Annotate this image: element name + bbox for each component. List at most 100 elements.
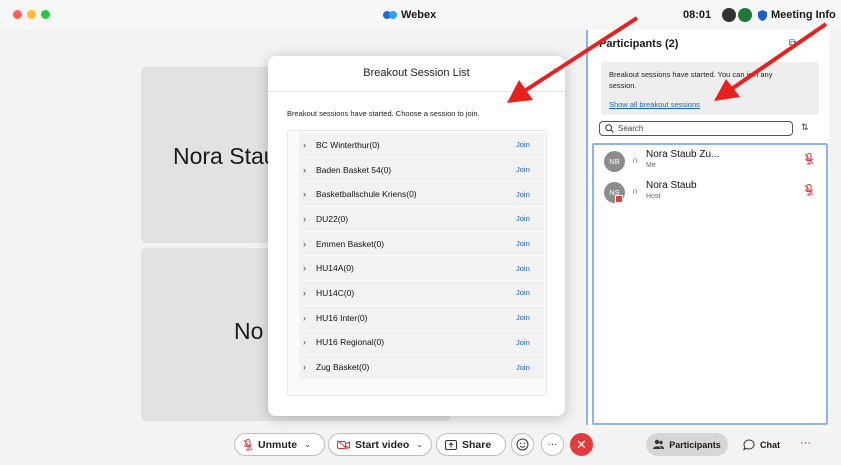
session-item[interactable]: › Emmen Basket(0) Join	[299, 231, 544, 257]
headset-icon: ∩	[632, 186, 639, 196]
headset-icon: ∩	[632, 155, 639, 165]
share-icon	[445, 439, 457, 450]
title-bar: Webex 08:01 Meeting Info	[0, 0, 841, 30]
participant-row[interactable]: NB ∩ Nora Staub Zu... Me	[600, 147, 820, 173]
mic-muted-icon[interactable]	[804, 184, 814, 196]
join-session-button[interactable]: Join	[516, 288, 544, 297]
join-session-button[interactable]: Join	[516, 363, 544, 372]
close-icon: ✕	[576, 436, 587, 452]
reactions-button[interactable]	[511, 433, 534, 456]
start-video-button[interactable]: Start video ⌄	[328, 433, 432, 456]
join-session-button[interactable]: Join	[516, 140, 544, 149]
dialog-description: Breakout sessions have started. Choose a…	[287, 109, 480, 118]
chevron-right-icon[interactable]: ›	[303, 239, 312, 249]
network-quality-icon[interactable]	[738, 8, 752, 22]
session-item[interactable]: › HU16 Regional(0) Join	[299, 330, 544, 356]
webex-logo-icon	[383, 11, 397, 19]
chevron-right-icon[interactable]: ›	[303, 165, 312, 175]
unmute-button[interactable]: Unmute ⌄	[234, 433, 325, 456]
video-off-icon	[337, 439, 350, 450]
breakout-session-dialog: Breakout Session List × Breakout session…	[268, 56, 565, 416]
chevron-down-icon[interactable]: ⌄	[304, 440, 311, 449]
session-item[interactable]: › HU14C(0) Join	[299, 281, 544, 306]
more-options-icon: ···	[547, 439, 558, 450]
search-icon	[605, 124, 614, 133]
app-title: Webex	[383, 9, 436, 21]
zoom-window-button[interactable]	[41, 10, 50, 19]
breakout-notice: Breakout sessions have started. You can …	[601, 62, 819, 115]
session-list: › BC Winterthur(0) Join › Baden Basket 54(0…	[287, 130, 547, 396]
session-name: BC Winterthur(0)	[316, 139, 380, 150]
chevron-right-icon[interactable]: ›	[303, 214, 312, 224]
show-all-breakout-sessions-link[interactable]: Show all breakout sessions	[609, 100, 700, 109]
participants-panel: Participants (2) ⧉ Breakout sessions hav…	[588, 30, 829, 428]
chevron-right-icon[interactable]: ›	[303, 140, 312, 150]
popout-icon[interactable]: ⧉	[789, 38, 796, 49]
session-item[interactable]: › Zug Basket(0) Join	[299, 355, 544, 380]
connection-status-icon[interactable]	[722, 8, 736, 22]
unmute-label: Unmute	[258, 438, 298, 451]
participant-row[interactable]: NS ∩ Nora Staub Host	[600, 178, 820, 204]
session-item[interactable]: › HU14A(0) Join	[299, 256, 544, 282]
join-session-button[interactable]: Join	[516, 165, 544, 174]
share-label: Share	[462, 438, 492, 451]
chevron-right-icon[interactable]: ›	[303, 337, 312, 347]
session-item[interactable]: › DU22(0) Join	[299, 207, 544, 232]
more-options-button[interactable]: ···	[541, 433, 564, 456]
chevron-down-icon[interactable]: ⌄	[416, 440, 423, 449]
tile-participant-name: Nora Stau	[173, 143, 277, 169]
session-item[interactable]: › Baden Basket 54(0) Join	[299, 157, 544, 183]
dialog-close-icon[interactable]: ×	[553, 65, 559, 77]
session-item[interactable]: › BC Winterthur(0) Join	[299, 133, 544, 158]
sort-icon[interactable]: ⇅	[801, 122, 809, 133]
join-session-button[interactable]: Join	[516, 313, 544, 322]
search-placeholder: Search	[618, 124, 644, 133]
session-name: HU16 Regional(0)	[316, 337, 385, 348]
dialog-title: Breakout Session List	[363, 67, 470, 79]
notice-text: Breakout sessions have started. You can …	[609, 70, 773, 90]
chevron-right-icon[interactable]: ›	[303, 313, 312, 323]
close-window-button[interactable]	[13, 10, 22, 19]
session-name: Basketballschule Kriens(0)	[316, 189, 417, 200]
participants-label: Participants	[669, 439, 721, 450]
meeting-info-button[interactable]: Meeting Info	[758, 9, 836, 21]
session-name: DU22(0)	[316, 213, 349, 224]
participants-button[interactable]: Participants	[646, 433, 728, 456]
participant-name: Nora Staub	[646, 180, 697, 191]
chevron-right-icon[interactable]: ›	[303, 189, 312, 199]
meeting-info-label: Meeting Info	[771, 9, 836, 21]
host-badge-icon	[615, 195, 623, 203]
chat-label: Chat	[760, 439, 780, 450]
more-menu-button[interactable]: ···	[800, 437, 811, 449]
session-name: Baden Basket 54(0)	[316, 164, 392, 175]
session-item[interactable]: › HU16 Inter(0) Join	[299, 305, 544, 331]
minimize-window-button[interactable]	[27, 10, 36, 19]
end-call-button[interactable]: ✕	[570, 433, 593, 456]
mic-muted-icon[interactable]	[804, 153, 814, 165]
chevron-right-icon[interactable]: ›	[303, 362, 312, 372]
participants-title: Participants (2)	[599, 38, 679, 50]
avatar: NB	[604, 151, 625, 172]
search-input[interactable]: Search	[599, 121, 793, 136]
participant-role: Me	[646, 162, 656, 169]
join-session-button[interactable]: Join	[516, 338, 544, 347]
participant-list: NB ∩ Nora Staub Zu... Me NS ∩ Nora Staub…	[592, 143, 828, 425]
clock: 08:01	[683, 9, 712, 21]
join-session-button[interactable]: Join	[516, 239, 544, 248]
session-name: HU14A(0)	[316, 263, 354, 274]
participant-name: Nora Staub Zu...	[646, 149, 720, 160]
chat-bubble-icon	[743, 438, 755, 450]
chat-button[interactable]: Chat	[743, 433, 780, 456]
session-item[interactable]: › Basketballschule Kriens(0) Join	[299, 182, 544, 208]
join-session-button[interactable]: Join	[516, 190, 544, 199]
join-session-button[interactable]: Join	[516, 264, 544, 273]
chevron-right-icon[interactable]: ›	[303, 288, 312, 298]
session-name: HU14C(0)	[316, 287, 355, 298]
chevron-right-icon[interactable]: ›	[303, 263, 312, 273]
people-icon	[653, 439, 665, 449]
mic-muted-icon	[243, 438, 253, 450]
join-session-button[interactable]: Join	[516, 214, 544, 223]
tile-participant-name: No	[234, 318, 264, 344]
share-button[interactable]: Share	[436, 433, 506, 456]
start-video-label: Start video	[355, 438, 410, 451]
